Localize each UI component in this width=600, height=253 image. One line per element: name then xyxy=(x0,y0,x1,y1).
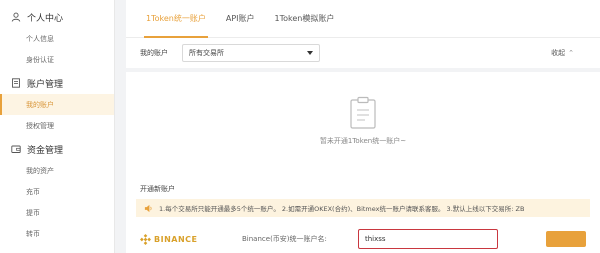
account-tabs: 1Token统一账户 API账户 1Token模拟账户 xyxy=(126,0,600,38)
sidebar-group-label: 个人中心 xyxy=(27,13,64,24)
binance-logo: BINANCE xyxy=(140,233,198,245)
collapse-label: 收起 xyxy=(551,49,566,57)
sidebar-group-funds[interactable]: 资金管理 xyxy=(0,138,114,160)
notice-bar: 1.每个交易所只能开通最多5个统一账户。 2.如需开通OKEX(合约)、Bitm… xyxy=(136,199,590,217)
main-panel: 1Token统一账户 API账户 1Token模拟账户 我的账户 所有交易所 收… xyxy=(126,0,600,253)
tab-unified-account[interactable]: 1Token统一账户 xyxy=(136,0,216,38)
sidebar-item-withdraw[interactable]: 提币 xyxy=(0,202,114,223)
sidebar: 个人中心 个人信息 身份认证 账户管理 我的账户 授权管理 资金管理 我的资产 … xyxy=(0,0,115,253)
sidebar-item-deposit[interactable]: 充币 xyxy=(0,181,114,202)
account-name-label: Binance(币安)统一账户名: xyxy=(242,235,327,243)
exchange-row-binance: BINANCE Binance(币安)统一账户名: thixss xyxy=(140,227,600,251)
binance-icon xyxy=(140,233,151,245)
speaker-icon xyxy=(144,204,152,212)
sidebar-item-assets[interactable]: 我的资产 xyxy=(0,160,114,181)
sidebar-group-accounts[interactable]: 账户管理 xyxy=(0,72,114,94)
user-icon xyxy=(11,12,21,22)
account-content: 暂未开通1Token统一账户~ 开通新账户 1.每个交易所只能开通最多5个统一账… xyxy=(126,72,600,253)
account-name-value: thixss xyxy=(365,235,386,243)
tab-api-account[interactable]: API账户 xyxy=(216,0,265,37)
empty-state: 暂未开通1Token统一账户~ xyxy=(126,96,600,146)
filter-label: 我的账户 xyxy=(140,49,168,57)
document-icon xyxy=(11,78,21,88)
chevron-down-icon xyxy=(307,51,313,55)
binance-logo-text: BINANCE xyxy=(154,234,198,244)
empty-state-text: 暂未开通1Token统一账户~ xyxy=(319,137,407,145)
clipboard-icon xyxy=(350,96,376,129)
exchange-select-value: 所有交易所 xyxy=(189,49,224,57)
open-account-title: 开通新账户 xyxy=(140,185,175,193)
tab-simulated-account[interactable]: 1Token模拟账户 xyxy=(265,0,345,37)
sidebar-group-label: 账户管理 xyxy=(27,79,64,90)
collapse-toggle[interactable]: 收起 ⌃ xyxy=(551,48,574,58)
sidebar-item-transfer[interactable]: 转币 xyxy=(0,223,114,244)
wallet-icon xyxy=(11,144,21,154)
chevron-up-icon: ⌃ xyxy=(568,49,574,57)
exchange-select[interactable]: 所有交易所 xyxy=(182,44,320,62)
sidebar-group-label: 资金管理 xyxy=(27,145,64,156)
sidebar-group-personal[interactable]: 个人中心 xyxy=(0,6,114,28)
notice-text: 1.每个交易所只能开通最多5个统一账户。 2.如需开通OKEX(合约)、Bitm… xyxy=(159,205,525,213)
account-name-input[interactable]: thixss xyxy=(358,229,498,249)
open-account-button[interactable] xyxy=(546,231,586,247)
account-filter-bar: 我的账户 所有交易所 收起 ⌃ xyxy=(126,38,600,68)
sidebar-item-my-accounts[interactable]: 我的账户 xyxy=(0,94,114,115)
sidebar-item-verification[interactable]: 身份认证 xyxy=(0,49,114,70)
sidebar-item-profile[interactable]: 个人信息 xyxy=(0,28,114,49)
sidebar-item-authorization[interactable]: 授权管理 xyxy=(0,115,114,136)
